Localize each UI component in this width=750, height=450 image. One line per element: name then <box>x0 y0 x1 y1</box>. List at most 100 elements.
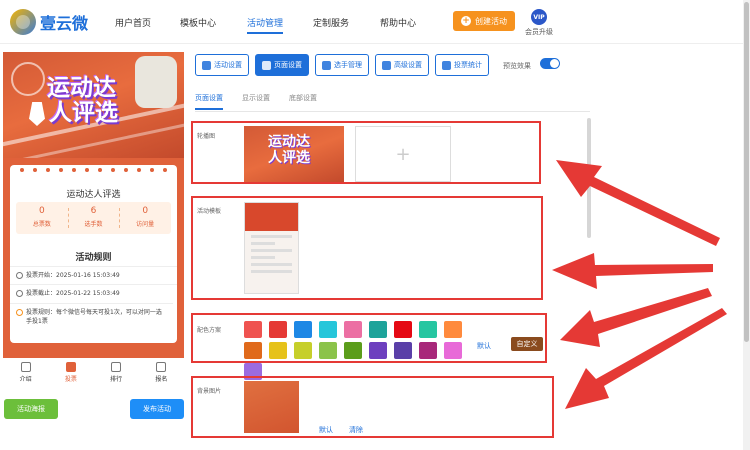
arrow-background <box>565 308 727 409</box>
template-section: 活动模板 <box>191 196 543 300</box>
activity-settings-button[interactable]: 活动设置 <box>195 54 249 76</box>
tab-signup[interactable]: 报名 <box>139 358 184 386</box>
clock-icon <box>16 272 23 279</box>
carousel-image-title: 运动达 人评选 <box>268 134 310 166</box>
color-swatch[interactable] <box>344 321 362 338</box>
page-scrollbar[interactable] <box>743 0 750 450</box>
settings-toolbar: 活动设置 页面设置 选手管理 高级设置 投票统计 <box>195 54 489 76</box>
color-swatch[interactable] <box>244 342 262 359</box>
top-nav: 壹云微 用户首页 模板中心 活动管理 定制服务 帮助中心 + 创建活动 VIP … <box>0 0 750 44</box>
color-swatch[interactable] <box>369 321 387 338</box>
vote-statistics-button[interactable]: 投票统计 <box>435 54 489 76</box>
color-swatch[interactable] <box>419 342 437 359</box>
nav-item-activity-management[interactable]: 活动管理 <box>247 16 284 34</box>
color-swatch[interactable] <box>344 342 362 359</box>
toolbar-label: 高级设置 <box>394 61 422 69</box>
arrow-template <box>552 253 713 289</box>
carousel-image[interactable]: 运动达 人评选 <box>244 126 344 182</box>
tab-vote[interactable]: 投票 <box>48 358 93 386</box>
add-carousel-image-button[interactable]: + <box>355 126 451 182</box>
nav-item-custom-service[interactable]: 定制服务 <box>313 16 349 29</box>
vip-icon[interactable]: VIP <box>531 9 547 25</box>
color-swatch[interactable] <box>319 342 337 359</box>
subtab-page-settings[interactable]: 页面设置 <box>195 93 223 110</box>
logo[interactable]: 壹云微 <box>10 9 88 35</box>
background-actions: 默认 清除 <box>319 425 363 435</box>
color-swatch[interactable] <box>269 321 287 338</box>
signup-icon <box>156 362 167 372</box>
brand-name: 壹云微 <box>40 14 89 33</box>
settings-scrollbar[interactable] <box>587 118 591 238</box>
poster-banner: 运动达 人评选 <box>3 52 184 158</box>
ranking-icon <box>111 362 122 372</box>
activity-info-card: 运动达人评选 0 总票数 6 选手数 0 访问量 活动规则 投票开始：2025-… <box>10 165 177 343</box>
carousel-section: 轮播图 运动达 人评选 + <box>191 121 541 184</box>
contestant-management-button[interactable]: 选手管理 <box>315 54 369 76</box>
stat-contestants: 6 选手数 <box>67 202 120 234</box>
color-swatch[interactable] <box>319 321 337 338</box>
advanced-settings-button[interactable]: 高级设置 <box>375 54 429 76</box>
sliders-icon <box>382 60 391 70</box>
poster-title-line1: 运动达 <box>47 75 116 101</box>
tab-intro[interactable]: 介绍 <box>3 358 48 386</box>
tab-label: 投票 <box>64 376 77 383</box>
stats-panel: 0 总票数 6 选手数 0 访问量 <box>16 202 171 234</box>
page-settings-button[interactable]: 页面设置 <box>255 54 309 76</box>
toolbar-label: 页面设置 <box>274 61 302 69</box>
template-thumbnail[interactable] <box>244 202 299 294</box>
page: 壹云微 用户首页 模板中心 活动管理 定制服务 帮助中心 + 创建活动 VIP … <box>0 0 750 450</box>
create-activity-button[interactable]: + 创建活动 <box>453 11 515 31</box>
preview-tabbar: 介绍 投票 排行 报名 <box>3 358 184 386</box>
background-clear-button[interactable]: 清除 <box>349 425 363 435</box>
carousel-title-line2: 人评选 <box>268 150 310 166</box>
create-activity-label: 创建活动 <box>475 16 507 26</box>
color-swatch[interactable] <box>369 342 387 359</box>
color-swatch[interactable] <box>294 342 312 359</box>
color-default-button[interactable]: 默认 <box>477 341 491 351</box>
stat-label: 选手数 <box>84 221 103 228</box>
background-label: 背景图片 <box>197 388 222 395</box>
vote-start-row: 投票开始：2025-01-16 15:03:49 <box>10 266 177 280</box>
stat-label: 总票数 <box>32 221 51 228</box>
vote-end-row: 投票截止：2025-01-22 15:03:49 <box>10 284 177 298</box>
stat-value: 6 <box>90 206 97 216</box>
toolbar-label: 选手管理 <box>334 61 362 69</box>
background-default-button[interactable]: 默认 <box>319 425 333 435</box>
nav-item-templates[interactable]: 模板中心 <box>180 16 216 29</box>
carousel-label: 轮播图 <box>197 133 216 140</box>
page-icon <box>262 60 271 70</box>
nav-item-help[interactable]: 帮助中心 <box>380 16 416 29</box>
tab-ranking[interactable]: 排行 <box>94 358 139 386</box>
publish-activity-button[interactable]: 发布活动 <box>130 399 184 419</box>
nav-item-home[interactable]: 用户首页 <box>115 16 151 29</box>
color-swatch[interactable] <box>269 342 287 359</box>
stat-value: 0 <box>38 206 45 216</box>
color-swatch[interactable] <box>444 321 462 338</box>
arrow-carousel <box>556 160 720 246</box>
stat-label: 访问量 <box>136 221 155 228</box>
color-swatch[interactable] <box>244 321 262 338</box>
preview-effect-toggle[interactable] <box>540 58 560 69</box>
tab-label: 排行 <box>110 376 123 383</box>
color-swatch[interactable] <box>419 321 437 338</box>
subtab-display-settings[interactable]: 显示设置 <box>242 93 270 103</box>
background-thumbnail[interactable] <box>244 381 299 433</box>
intro-icon <box>20 362 31 372</box>
color-swatch[interactable] <box>444 342 462 359</box>
activity-title: 运动达人评选 <box>66 190 121 200</box>
rules-title: 活动规则 <box>75 253 112 263</box>
color-swatch[interactable] <box>394 342 412 359</box>
vote-end-text: 投票截止：2025-01-22 15:03:49 <box>26 290 120 297</box>
card-binding-dots <box>20 168 167 172</box>
bar-chart-icon <box>442 60 451 70</box>
subtab-footer-settings[interactable]: 底部设置 <box>289 93 317 103</box>
color-swatch[interactable] <box>294 321 312 338</box>
toolbar-label: 投票统计 <box>454 61 482 69</box>
color-swatch[interactable] <box>394 321 412 338</box>
arrow-colors <box>560 288 712 347</box>
color-custom-button[interactable]: 自定义 <box>511 337 543 351</box>
vip-upgrade-label[interactable]: 会员升级 <box>525 27 553 37</box>
vote-icon <box>65 362 76 372</box>
activity-poster-button[interactable]: 活动海报 <box>4 399 58 419</box>
poster-title: 运动达 人评选 <box>47 76 118 126</box>
